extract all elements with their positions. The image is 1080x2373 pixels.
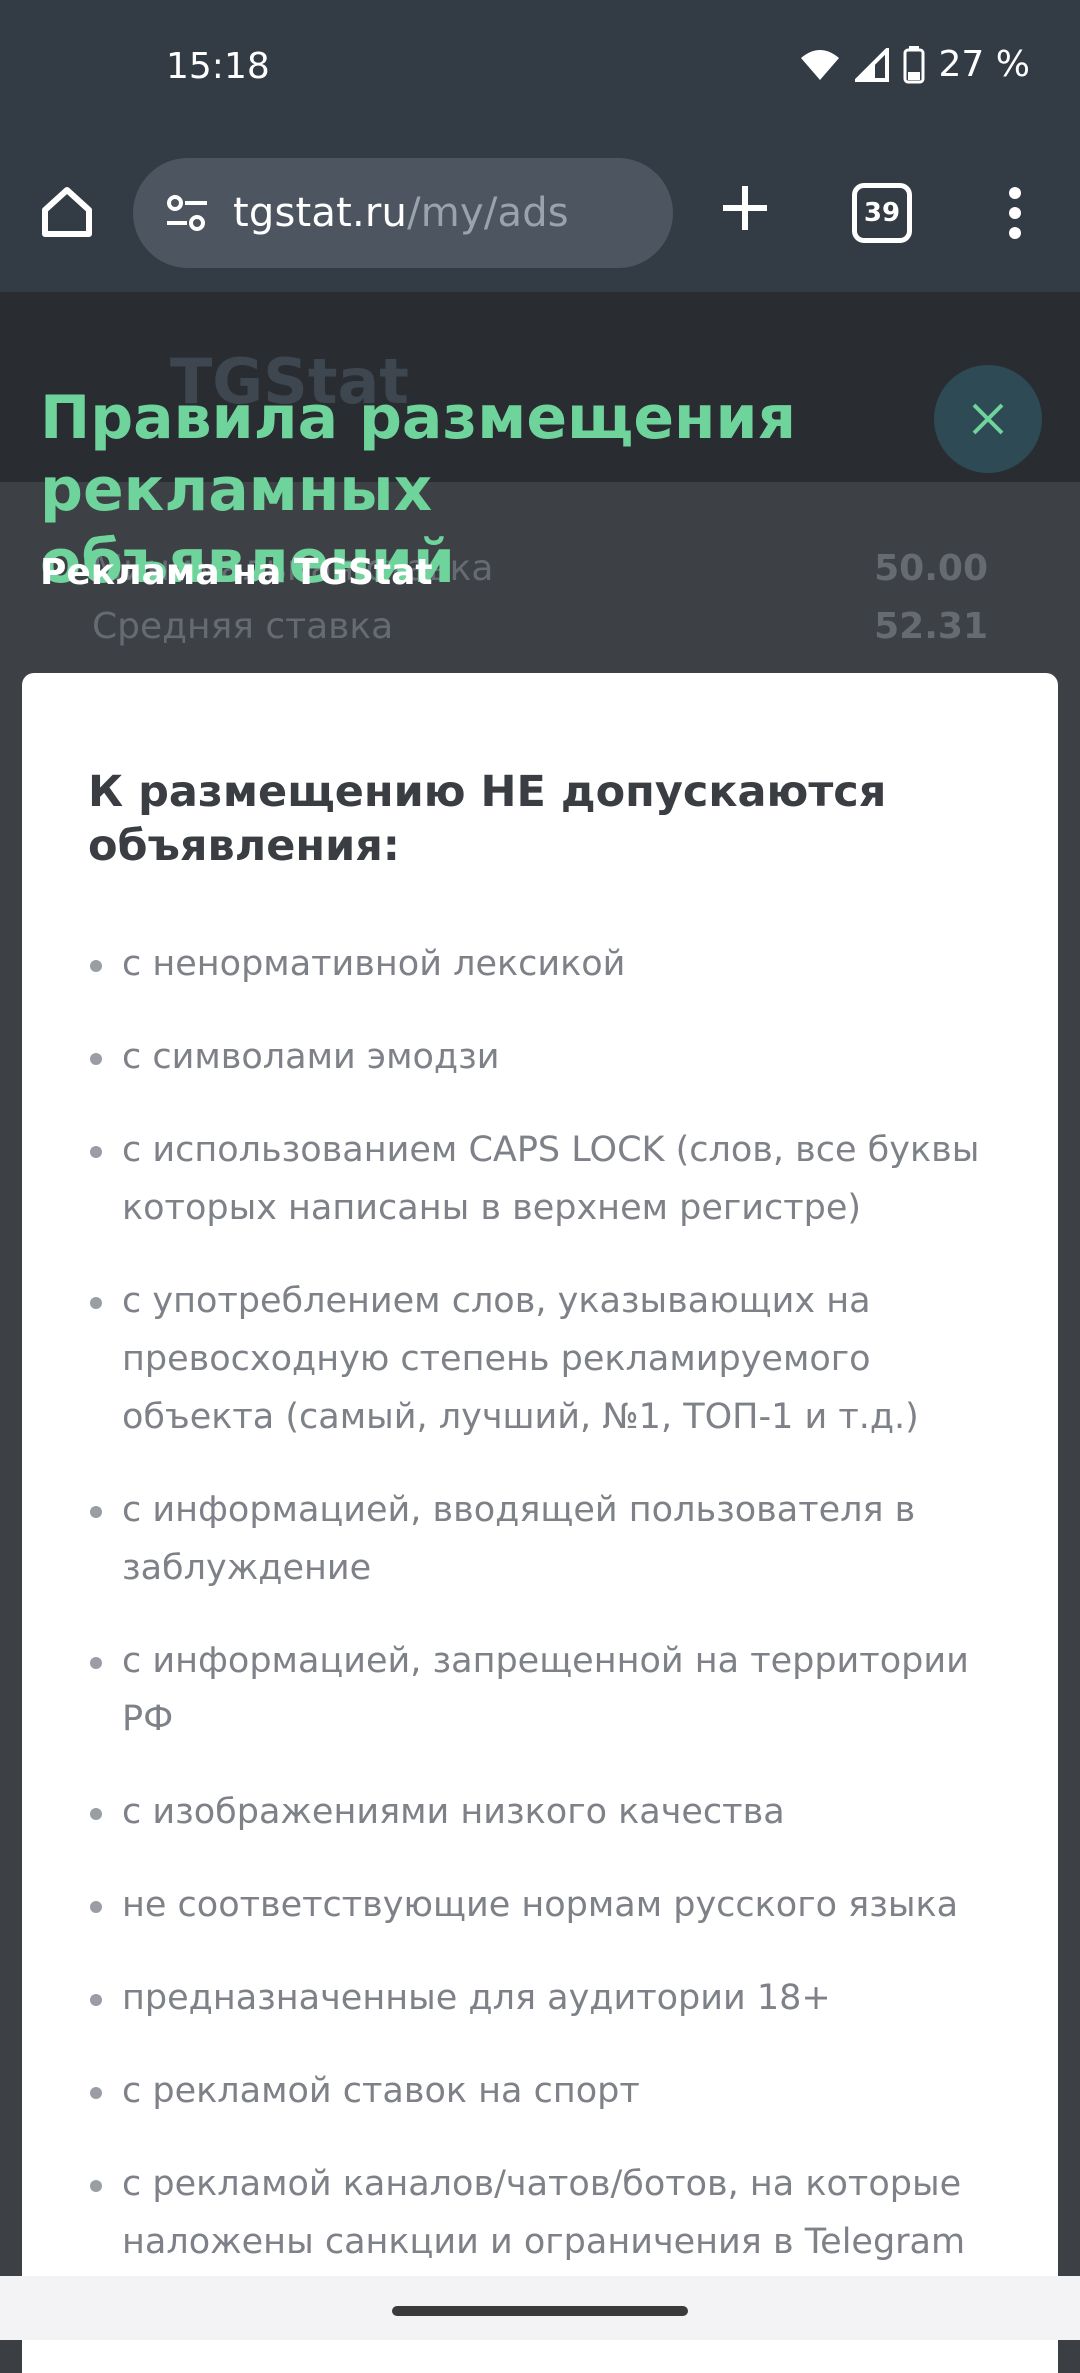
rule-text: с изображениями низкого качества [122,1792,785,1832]
plus-icon [723,186,767,230]
bullet-icon [90,960,102,972]
bullet-icon [90,2087,102,2099]
battery-percent: 27 % [938,44,1030,85]
background-row: Средняя ставка 52.31 [0,606,1080,662]
modal-subtitle: Реклама на TGStat [40,552,433,593]
signal-icon [854,47,889,82]
url-host: tgstat.ru [233,190,408,236]
home-gesture-handle[interactable] [392,2306,688,2316]
bullet-icon [90,2180,102,2192]
list-item: с использованием CAPS LOCK (слов, все бу… [88,1121,1028,1237]
row-value: 50.00 [874,548,988,589]
rule-text: с рекламой каналов/чатов/ботов, на котор… [122,2164,966,2262]
more-vert-icon [1009,187,1021,239]
status-icons: 27 % [799,44,1030,85]
rule-text: с информацией, запрещенной на территории… [122,1641,969,1739]
wifi-icon [800,49,839,80]
list-item: с символами эмодзи [88,1028,1028,1086]
bullet-icon [90,1994,102,2006]
site-settings-icon[interactable] [157,183,217,243]
home-icon [42,187,92,237]
rules-list: с ненормативной лексикой с символами эмо… [88,935,1028,2306]
rule-text: с символами эмодзи [122,1037,500,1077]
close-button[interactable] [934,365,1042,473]
row-label: Средняя ставка [92,606,394,647]
rule-text: с рекламой ставок на спорт [122,2071,640,2111]
list-item: с ненормативной лексикой [88,935,1028,993]
bullet-icon [90,1053,102,1065]
list-item: с употреблением слов, указывающих на пре… [88,1272,1028,1446]
list-item: с информацией, запрещенной на территории… [88,1632,1028,1748]
url-text: tgstat.ru/my/ads [233,190,569,236]
new-tab-button[interactable] [712,175,778,241]
rule-text: с употреблением слов, указывающих на пре… [122,1281,919,1437]
list-item: с рекламой каналов/чатов/ботов, на котор… [88,2155,1028,2271]
rules-heading: К размещению НЕ допускаются объявления: [88,767,887,871]
address-bar[interactable]: tgstat.ru/my/ads [133,158,673,268]
list-item: предназначенные для аудитории 18+ [88,1969,1028,2027]
bullet-icon [90,1657,102,1669]
bullet-icon [90,1901,102,1913]
bullet-icon [90,1146,102,1158]
close-icon [972,403,1004,435]
rule-text: предназначенные для аудитории 18+ [122,1978,831,2018]
rule-text: с информацией, вводящей пользователя в з… [122,1490,916,1588]
rule-text: с ненормативной лексикой [122,944,626,984]
rule-text: не соответствующие нормам русского языка [122,1885,959,1925]
battery-icon [903,45,925,83]
tabs-button[interactable]: 39 [852,183,912,243]
url-path: /my/ads [407,190,569,236]
bullet-icon [90,1808,102,1820]
tab-count: 39 [863,198,901,228]
bullet-icon [90,1506,102,1518]
bullet-icon [90,1297,102,1309]
list-item: с информацией, вводящей пользователя в з… [88,1481,1028,1597]
rule-text: с использованием CAPS LOCK (слов, все бу… [122,1130,980,1228]
browser-chrome: 15:18 27 % tgstat.ru/my/ads 39 [0,0,1080,292]
status-time: 15:18 [166,46,270,87]
list-item: с рекламой ставок на спорт [88,2062,1028,2120]
list-item: не соответствующие нормам русского языка [88,1876,1028,1934]
home-button[interactable] [30,175,104,249]
list-item: с изображениями низкого качества [88,1783,1028,1841]
browser-menu-button[interactable] [995,175,1035,251]
row-value: 52.31 [874,606,988,647]
rules-card: К размещению НЕ допускаются объявления: … [22,673,1058,2373]
